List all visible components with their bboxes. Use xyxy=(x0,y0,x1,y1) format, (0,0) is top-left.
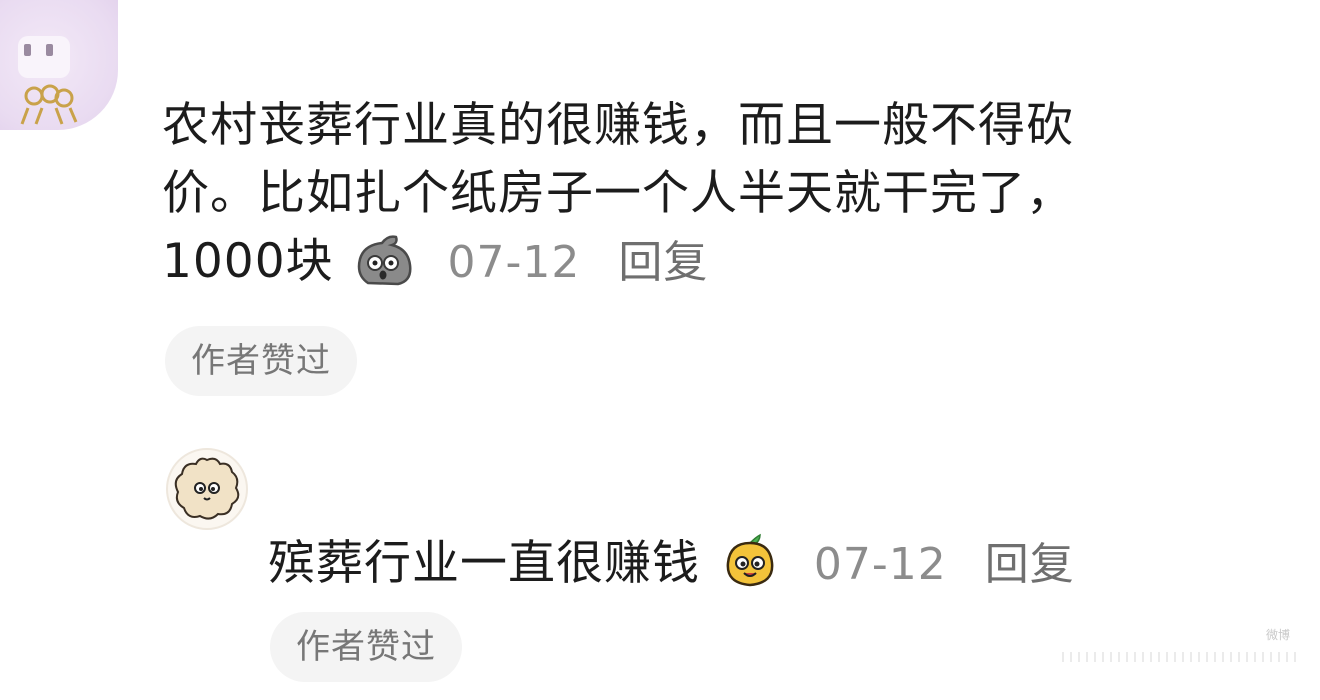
shocked-blob-emoji-icon xyxy=(357,235,412,286)
reply-button[interactable]: 回复 xyxy=(985,539,1075,590)
comment-date: 07-12 xyxy=(447,237,581,288)
avatar[interactable] xyxy=(166,448,248,530)
fluffy-creature-icon xyxy=(174,457,240,520)
comment-line: 1000块 xyxy=(162,234,334,289)
comment-text: 殡葬行业一直很赚钱 07-12 回复 xyxy=(268,530,1097,599)
chinese-knot-icon xyxy=(20,84,78,125)
avatar[interactable] xyxy=(0,0,118,130)
author-liked-badge: 作者赞过 xyxy=(165,326,357,396)
comment-thread: 农村丧葬行业真的很赚钱，而且一般不得砍 价。比如扎个纸房子一个人半天就干完了， … xyxy=(0,0,1320,700)
comment-line: 农村丧葬行业真的很赚钱，而且一般不得砍 xyxy=(162,98,1074,153)
comment-line: 殡葬行业一直很赚钱 xyxy=(268,536,700,591)
comment-text: 农村丧葬行业真的很赚钱，而且一般不得砍 价。比如扎个纸房子一个人半天就干完了， … xyxy=(162,92,1282,297)
smug-pear-emoji-icon xyxy=(726,533,774,587)
avatar-face xyxy=(18,36,70,78)
comment-line-with-meta: 1000块 07-12 回复 xyxy=(162,228,1282,297)
author-liked-badge: 作者赞过 xyxy=(270,612,462,682)
reply-button[interactable]: 回复 xyxy=(618,237,708,288)
scroll-indicator xyxy=(1062,652,1302,662)
comment-line: 价。比如扎个纸房子一个人半天就干完了， xyxy=(162,166,1074,221)
comment-date: 07-12 xyxy=(813,539,947,590)
watermark: 微博 xyxy=(1265,628,1290,642)
